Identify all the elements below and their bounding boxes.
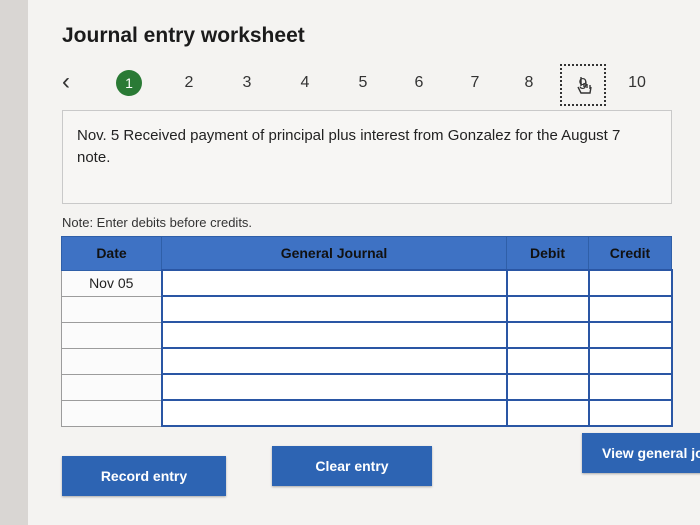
date-cell[interactable] [61, 321, 162, 349]
clear-entry-button[interactable]: Clear entry [272, 446, 432, 486]
debit-input[interactable] [505, 269, 590, 297]
debit-input[interactable] [505, 347, 590, 375]
debit-input[interactable] [505, 321, 590, 349]
table-row: Nov 05 [61, 269, 673, 297]
credit-input[interactable] [587, 295, 673, 323]
page-9[interactable]: 9 [560, 64, 606, 106]
page-5[interactable]: 5 [350, 70, 376, 96]
credit-column-header: Credit [588, 236, 672, 271]
table-row [61, 321, 673, 349]
account-input[interactable] [160, 295, 508, 323]
page-3[interactable]: 3 [234, 70, 260, 96]
date-column-header: Date [61, 236, 162, 271]
date-cell[interactable] [61, 347, 162, 375]
table-row [61, 347, 673, 375]
entry-note: Note: Enter debits before credits. [62, 215, 253, 230]
record-entry-button[interactable]: Record entry [62, 456, 226, 496]
debit-input[interactable] [505, 373, 590, 401]
account-input[interactable] [160, 321, 508, 349]
journal-header-row: Date General Journal Debit Credit [61, 236, 672, 271]
date-cell[interactable] [61, 295, 162, 323]
page-8[interactable]: 8 [516, 70, 542, 96]
credit-input[interactable] [587, 269, 673, 297]
worksheet-panel: Journal entry worksheet ‹ 1 2 3 4 5 6 7 … [28, 0, 700, 525]
page-1[interactable]: 1 [116, 70, 142, 96]
date-cell[interactable] [61, 399, 162, 427]
general-journal-column-header: General Journal [161, 236, 507, 271]
transaction-description: Nov. 5 Received payment of principal plu… [77, 127, 621, 166]
account-input[interactable] [160, 373, 508, 401]
page-7[interactable]: 7 [462, 70, 488, 96]
account-input[interactable] [160, 269, 508, 297]
credit-input[interactable] [587, 347, 673, 375]
page-2[interactable]: 2 [176, 70, 202, 96]
view-general-journal-button[interactable]: View general jo [582, 433, 700, 473]
credit-input[interactable] [587, 373, 673, 401]
debit-input[interactable] [505, 295, 590, 323]
page-6[interactable]: 6 [406, 70, 432, 96]
credit-input[interactable] [587, 321, 673, 349]
table-row [61, 295, 673, 323]
page-navigation: ‹ 1 2 3 4 5 6 7 8 9 10 [28, 60, 700, 110]
account-input[interactable] [160, 399, 508, 427]
debit-column-header: Debit [506, 236, 589, 271]
page-4[interactable]: 4 [292, 70, 318, 96]
date-cell[interactable] [61, 373, 162, 401]
date-cell[interactable]: Nov 05 [61, 269, 162, 297]
transaction-description-box: Nov. 5 Received payment of principal plu… [62, 110, 672, 204]
hand-pointer-icon [577, 77, 592, 94]
table-row [61, 399, 673, 427]
account-input[interactable] [160, 347, 508, 375]
credit-input[interactable] [587, 399, 673, 427]
page-title: Journal entry worksheet [62, 24, 305, 47]
debit-input[interactable] [505, 399, 590, 427]
journal-table: Date General Journal Debit Credit Nov 05 [61, 236, 673, 427]
chevron-left-icon[interactable]: ‹ [62, 70, 70, 94]
page-10[interactable]: 10 [624, 70, 650, 96]
table-row [61, 373, 673, 401]
